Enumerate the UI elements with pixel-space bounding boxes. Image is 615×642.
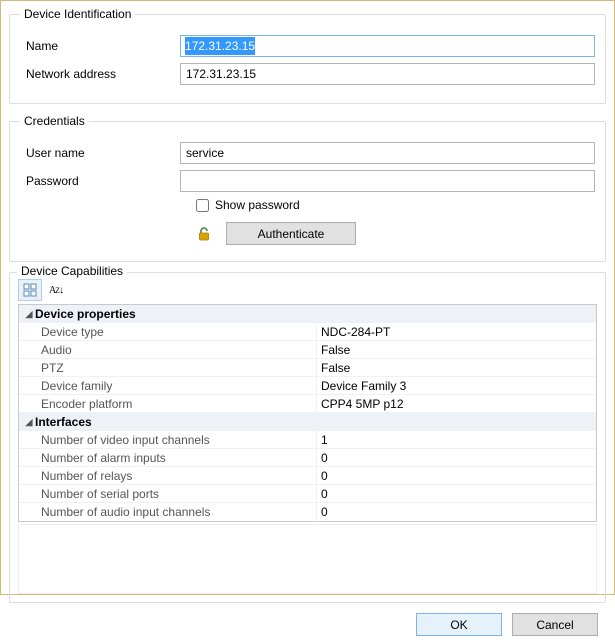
collapse-arrow-icon: ◢ bbox=[23, 305, 35, 323]
property-group-header[interactable]: ◢ Interfaces bbox=[19, 413, 596, 431]
collapse-arrow-icon: ◢ bbox=[23, 413, 35, 431]
property-key: Encoder platform bbox=[19, 395, 317, 412]
network-address-label: Network address bbox=[20, 67, 180, 81]
property-grid: ◢ Device propertiesDevice typeNDC-284-PT… bbox=[18, 304, 597, 522]
device-capabilities-group: Device Capabilities AZ↓ ◢ Device propert… bbox=[9, 272, 606, 603]
property-key: Number of serial ports bbox=[19, 485, 317, 502]
username-input[interactable] bbox=[180, 142, 595, 164]
show-password-label: Show password bbox=[215, 198, 300, 212]
ok-button[interactable]: OK bbox=[416, 613, 502, 636]
name-label: Name bbox=[20, 39, 180, 53]
property-value: NDC-284-PT bbox=[317, 323, 596, 340]
property-row[interactable]: Device familyDevice Family 3 bbox=[19, 377, 596, 395]
categorized-view-button[interactable] bbox=[18, 279, 42, 301]
property-key: Audio bbox=[19, 341, 317, 358]
property-key: PTZ bbox=[19, 359, 317, 376]
network-address-input[interactable] bbox=[180, 63, 595, 85]
property-row[interactable]: Device typeNDC-284-PT bbox=[19, 323, 596, 341]
password-label: Password bbox=[20, 174, 180, 188]
property-row[interactable]: Number of alarm inputs0 bbox=[19, 449, 596, 467]
name-input[interactable] bbox=[180, 35, 595, 57]
credentials-group: Credentials User name Password Show pass… bbox=[9, 114, 606, 262]
device-identification-group: Device Identification Name 172.31.23.15 … bbox=[9, 7, 606, 104]
property-key: Number of audio input channels bbox=[19, 503, 317, 521]
unlock-icon bbox=[196, 226, 212, 242]
property-group-title: Device properties bbox=[35, 305, 136, 323]
property-value: 0 bbox=[317, 485, 596, 502]
device-capabilities-legend: Device Capabilities bbox=[17, 264, 127, 278]
property-value: False bbox=[317, 359, 596, 376]
authenticate-button[interactable]: Authenticate bbox=[226, 222, 356, 245]
property-group-title: Interfaces bbox=[35, 413, 92, 431]
property-group-header[interactable]: ◢ Device properties bbox=[19, 305, 596, 323]
property-value: 1 bbox=[317, 431, 596, 448]
property-key: Device type bbox=[19, 323, 317, 340]
property-row[interactable]: PTZFalse bbox=[19, 359, 596, 377]
device-identification-legend: Device Identification bbox=[20, 7, 135, 21]
property-row[interactable]: Encoder platformCPP4 5MP p12 bbox=[19, 395, 596, 413]
property-key: Number of alarm inputs bbox=[19, 449, 317, 466]
alphabetical-view-button[interactable]: AZ↓ bbox=[44, 279, 68, 301]
property-value: 0 bbox=[317, 503, 596, 521]
username-label: User name bbox=[20, 146, 180, 160]
password-input[interactable] bbox=[180, 170, 595, 192]
cancel-button[interactable]: Cancel bbox=[512, 613, 598, 636]
credentials-legend: Credentials bbox=[20, 114, 89, 128]
show-password-checkbox[interactable] bbox=[196, 199, 209, 212]
property-row[interactable]: AudioFalse bbox=[19, 341, 596, 359]
property-row[interactable]: Number of video input channels1 bbox=[19, 431, 596, 449]
property-row[interactable]: Number of relays0 bbox=[19, 467, 596, 485]
property-description-pane bbox=[18, 524, 597, 594]
property-key: Number of video input channels bbox=[19, 431, 317, 448]
property-value: 0 bbox=[317, 449, 596, 466]
property-value: False bbox=[317, 341, 596, 358]
property-value: CPP4 5MP p12 bbox=[317, 395, 596, 412]
property-key: Device family bbox=[19, 377, 317, 394]
property-row[interactable]: Number of serial ports0 bbox=[19, 485, 596, 503]
property-key: Number of relays bbox=[19, 467, 317, 484]
property-value: 0 bbox=[317, 467, 596, 484]
property-row[interactable]: Number of audio input channels0 bbox=[19, 503, 596, 521]
property-value: Device Family 3 bbox=[317, 377, 596, 394]
